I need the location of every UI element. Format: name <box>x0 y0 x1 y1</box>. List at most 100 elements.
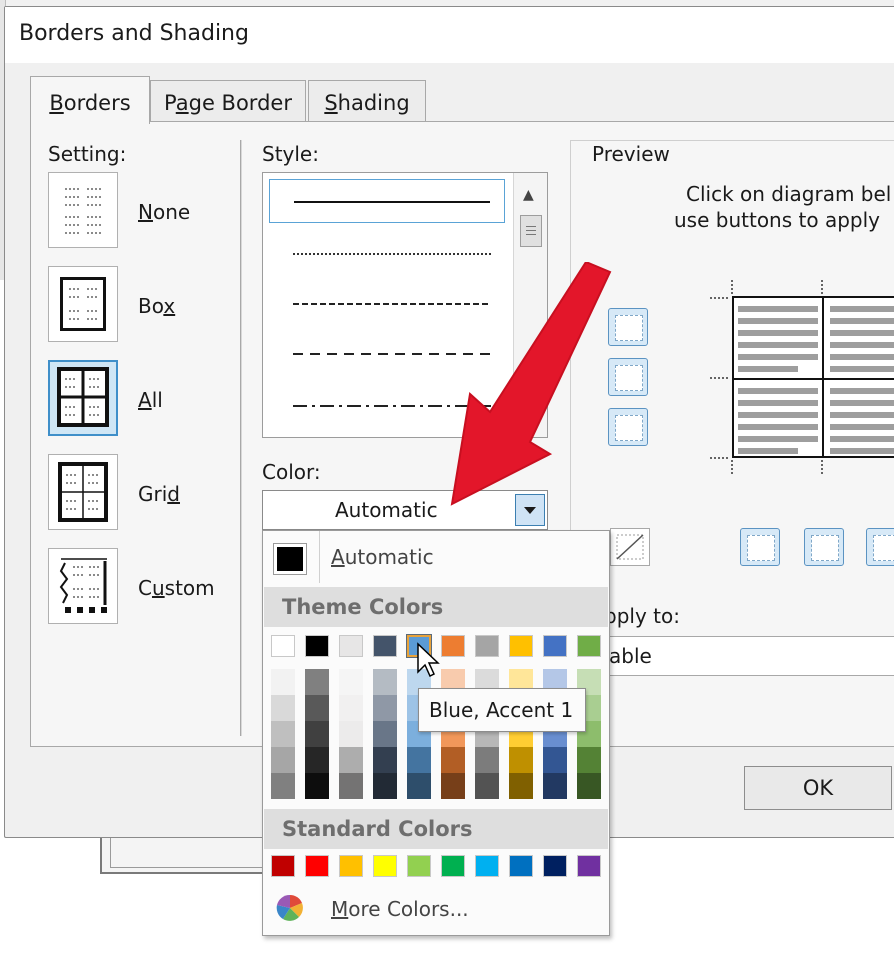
standard-color-swatch[interactable] <box>441 855 465 877</box>
bottom-border-button[interactable] <box>608 408 648 446</box>
theme-shade-swatch[interactable] <box>339 721 363 747</box>
color-dropdown-button[interactable] <box>515 494 545 526</box>
apply-to-label: pply to: <box>604 604 680 628</box>
style-label: Style: <box>262 142 319 166</box>
theme-shade-swatch[interactable] <box>577 773 601 799</box>
setting-custom-icon[interactable] <box>48 548 118 624</box>
setting-custom-graphic <box>59 558 107 613</box>
setting-grid-graphic <box>58 462 108 522</box>
theme-color-swatch[interactable] <box>509 635 533 657</box>
theme-shade-swatch[interactable] <box>339 695 363 721</box>
standard-color-swatch[interactable] <box>543 855 567 877</box>
dashed-fine-line <box>293 303 491 305</box>
style-item-dashed-fine[interactable] <box>269 281 505 325</box>
theme-color-swatch[interactable] <box>543 635 567 657</box>
theme-shade-swatch[interactable] <box>441 773 465 799</box>
color-label: Color: <box>262 460 321 484</box>
setting-all-icon[interactable] <box>48 360 118 436</box>
theme-color-swatch[interactable] <box>373 635 397 657</box>
theme-shade-swatch[interactable] <box>373 747 397 773</box>
theme-shade-swatch[interactable] <box>305 669 329 695</box>
standard-color-swatch[interactable] <box>577 855 601 877</box>
theme-shade-swatch[interactable] <box>339 773 363 799</box>
mouse-cursor-icon <box>417 642 440 678</box>
setting-custom-label: Custom <box>138 576 215 600</box>
diagonal-border-button[interactable] <box>610 528 650 566</box>
apply-to-dropdown[interactable]: able <box>600 636 894 676</box>
preview-label: Preview <box>586 142 676 166</box>
theme-shade-swatch[interactable] <box>577 747 601 773</box>
theme-shade-swatch[interactable] <box>543 773 567 799</box>
setting-box-icon[interactable] <box>48 266 118 342</box>
scroll-up-icon[interactable]: ▲ <box>523 187 534 203</box>
theme-shade-swatch[interactable] <box>373 721 397 747</box>
apply-to-value: able <box>609 644 652 668</box>
automatic-separator <box>319 531 320 583</box>
right-border-button[interactable] <box>866 528 894 566</box>
ok-button[interactable]: OK <box>744 766 892 810</box>
standard-color-swatch[interactable] <box>339 855 363 877</box>
theme-shade-swatch[interactable] <box>407 747 431 773</box>
style-item-dotted[interactable] <box>269 231 505 275</box>
inside-vertical-border-button[interactable] <box>804 528 844 566</box>
theme-shade-swatch[interactable] <box>441 747 465 773</box>
theme-shade-swatch[interactable] <box>373 695 397 721</box>
standard-color-swatch[interactable] <box>475 855 499 877</box>
theme-shade-swatch[interactable] <box>475 747 499 773</box>
theme-shade-swatch[interactable] <box>271 747 295 773</box>
scroll-thumb[interactable] <box>520 215 542 247</box>
theme-shade-swatch[interactable] <box>271 773 295 799</box>
theme-shade-swatch[interactable] <box>271 695 295 721</box>
preview-guides <box>710 280 823 476</box>
setting-grid-icon[interactable] <box>48 454 118 530</box>
theme-color-swatch[interactable] <box>475 635 499 657</box>
style-item-dashed[interactable] <box>269 331 505 375</box>
theme-shade-swatch[interactable] <box>271 669 295 695</box>
theme-shade-swatch[interactable] <box>407 773 431 799</box>
style-scrollbar[interactable]: ▲ ▼ <box>513 173 547 437</box>
style-item-solid[interactable] <box>269 179 505 223</box>
inside-horizontal-border-button[interactable] <box>608 358 648 396</box>
automatic-option[interactable]: Automatic <box>331 545 434 569</box>
standard-color-swatch[interactable] <box>509 855 533 877</box>
setting-none-icon[interactable] <box>48 172 118 248</box>
theme-shade-swatch[interactable] <box>339 669 363 695</box>
theme-shade-swatch[interactable] <box>373 669 397 695</box>
theme-shade-swatch[interactable] <box>373 773 397 799</box>
theme-color-swatch[interactable] <box>271 635 295 657</box>
theme-color-swatch[interactable] <box>441 635 465 657</box>
theme-shade-swatch[interactable] <box>543 747 567 773</box>
theme-shade-swatch[interactable] <box>475 773 499 799</box>
theme-shade-swatch[interactable] <box>305 695 329 721</box>
theme-color-swatch[interactable] <box>577 635 601 657</box>
theme-color-swatch[interactable] <box>305 635 329 657</box>
standard-colors-header: Standard Colors <box>264 809 608 849</box>
setting-none-mnemonic: N <box>138 200 153 224</box>
theme-shade-swatch[interactable] <box>509 747 533 773</box>
left-border-button[interactable] <box>740 528 780 566</box>
theme-color-swatch[interactable] <box>339 635 363 657</box>
automatic-swatch[interactable] <box>273 543 307 575</box>
style-list[interactable]: ▲ ▼ <box>262 172 548 438</box>
style-item-dash-dot[interactable] <box>269 383 505 427</box>
theme-shade-swatch[interactable] <box>271 721 295 747</box>
setting-custom-mnemonic: u <box>151 576 165 600</box>
theme-shade-swatch[interactable] <box>305 747 329 773</box>
standard-color-swatch[interactable] <box>373 855 397 877</box>
dash-dot-line <box>293 405 491 407</box>
standard-color-swatch[interactable] <box>305 855 329 877</box>
setting-custom-text: stom <box>164 576 215 600</box>
theme-shade-swatch[interactable] <box>305 773 329 799</box>
theme-shade-swatch[interactable] <box>339 747 363 773</box>
setting-none-graphic <box>65 188 103 234</box>
more-colors-option[interactable]: More Colors... <box>331 897 469 921</box>
setting-none-text: one <box>152 200 191 224</box>
theme-shade-swatch[interactable] <box>305 721 329 747</box>
standard-color-swatch[interactable] <box>407 855 431 877</box>
top-border-button[interactable] <box>608 308 648 346</box>
setting-grid-text-pre: Gri <box>138 482 168 506</box>
scroll-down-icon[interactable]: ▼ <box>524 409 533 423</box>
standard-color-swatch[interactable] <box>271 855 295 877</box>
color-dropdown[interactable]: Automatic <box>262 490 548 530</box>
theme-shade-swatch[interactable] <box>509 773 533 799</box>
